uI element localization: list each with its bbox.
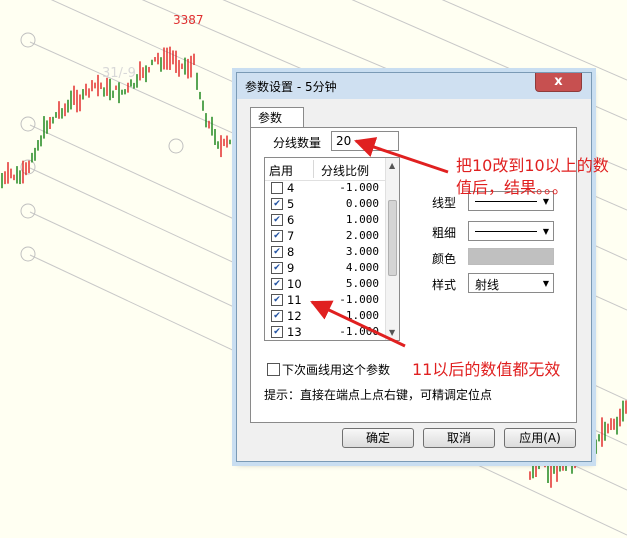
chevron-down-icon: ▼ [542,227,549,236]
apply-button[interactable]: 应用(A) [504,428,576,448]
list-item[interactable]: ✔ 9 4.000 [265,260,385,276]
style-label: 样式 [432,278,457,292]
row-id: 12 [287,309,302,323]
dialog-title: 参数设置 - 5分钟 [245,80,337,94]
column-separator [313,160,314,178]
row-ratio[interactable]: -1.000 [321,309,379,322]
color-label: 颜色 [432,252,457,266]
row-ratio[interactable]: 5.000 [321,277,379,290]
parameter-dialog: 参数设置 - 5分钟 x 参数 分线数量 启用 分线比例 4 -1.000 ✔ 5 0.… [236,72,592,462]
remember-params-checkbox[interactable] [267,363,280,376]
line-type-label: 线型 [432,196,457,210]
thickness-select[interactable]: ▼ [468,221,554,241]
row-id: 7 [287,229,295,243]
annotation-bottom: 11以后的数值都无效 [412,360,561,379]
row-enable-checkbox[interactable]: ✔ [271,230,283,242]
dialog-titlebar[interactable]: 参数设置 - 5分钟 x [237,73,591,99]
row-enable-checkbox[interactable]: ✔ [271,294,283,306]
list-item[interactable]: ✔ 13 -1.000 [265,324,385,340]
close-icon: x [554,74,563,89]
row-enable-checkbox[interactable] [271,182,283,194]
list-item[interactable]: ✔ 11 -1.000 [265,292,385,308]
list-item[interactable]: ✔ 12 -1.000 [265,308,385,324]
row-ratio[interactable]: 2.000 [321,229,379,242]
row-enable-checkbox[interactable]: ✔ [271,198,283,210]
annotation-top-line1: 把10改到10以上的数 [456,156,609,175]
row-id: 13 [287,325,302,339]
count-input[interactable] [331,131,399,151]
scroll-up-icon[interactable]: ▲ [389,161,395,170]
row-ratio[interactable]: -1.000 [321,293,379,306]
peak-price-label: 3387 [173,13,204,27]
style-value: 射线 [475,278,500,292]
thickness-preview [475,231,537,232]
row-id: 5 [287,197,295,211]
row-id: 9 [287,261,295,275]
row-enable-checkbox[interactable]: ✔ [271,214,283,226]
chart-watermark-text: 31/-9 [102,66,136,81]
list-item[interactable]: ✔ 7 2.000 [265,228,385,244]
count-label: 分线数量 [273,136,322,150]
ok-button[interactable]: 确定 [342,428,414,448]
list-item[interactable]: 4 -1.000 [265,180,385,196]
list-item[interactable]: ✔ 6 1.000 [265,212,385,228]
row-id: 8 [287,245,295,259]
row-id: 6 [287,213,295,227]
scroll-down-icon[interactable]: ▼ [389,328,395,337]
row-enable-checkbox[interactable]: ✔ [271,246,283,258]
hint-text: 提示：直接在端点上点右键，可精调定位点 [264,388,493,402]
row-ratio[interactable]: -1.000 [321,181,379,194]
ratio-list: 启用 分线比例 4 -1.000 ✔ 5 0.000 ✔ 6 1.000 ✔ 7 2.000 ✔ 8 3.… [264,157,400,341]
row-enable-checkbox[interactable]: ✔ [271,326,283,338]
list-item[interactable]: ✔ 5 0.000 [265,196,385,212]
chevron-down-icon: ▼ [542,279,549,288]
row-ratio[interactable]: 1.000 [321,213,379,226]
row-enable-checkbox[interactable]: ✔ [271,310,283,322]
line-type-preview [475,201,537,202]
row-id: 11 [287,293,302,307]
row-ratio[interactable]: 0.000 [321,197,379,210]
row-ratio[interactable]: -1.000 [321,325,379,338]
row-enable-checkbox[interactable]: ✔ [271,262,283,274]
remember-params-label[interactable]: 下次画线用这个参数 [282,361,390,378]
list-item[interactable]: ✔ 8 3.000 [265,244,385,260]
scroll-thumb[interactable] [388,200,397,276]
tab-params[interactable]: 参数 [250,107,304,127]
ratio-list-header: 启用 分线比例 [265,158,385,181]
close-button[interactable]: x [535,73,582,92]
row-ratio[interactable]: 3.000 [321,245,379,258]
style-select[interactable]: 射线 ▼ [468,273,554,293]
column-ratio[interactable]: 分线比例 [321,162,369,179]
row-ratio[interactable]: 4.000 [321,261,379,274]
ratio-list-rows: 4 -1.000 ✔ 5 0.000 ✔ 6 1.000 ✔ 7 2.000 ✔ 8 3.000 ✔ 9 4.0… [265,180,385,340]
list-item[interactable]: ✔ 10 5.000 [265,276,385,292]
chevron-down-icon: ▼ [542,197,549,206]
row-enable-checkbox[interactable]: ✔ [271,278,283,290]
row-id: 4 [287,181,295,195]
cancel-button[interactable]: 取消 [423,428,495,448]
annotation-top-line2: 值后，结果。。。 [456,178,569,197]
row-id: 10 [287,277,302,291]
color-swatch[interactable] [468,248,554,265]
column-enable[interactable]: 启用 [269,162,293,179]
list-scrollbar[interactable]: ▲ ▼ [385,158,399,340]
thickness-label: 粗细 [432,226,457,240]
